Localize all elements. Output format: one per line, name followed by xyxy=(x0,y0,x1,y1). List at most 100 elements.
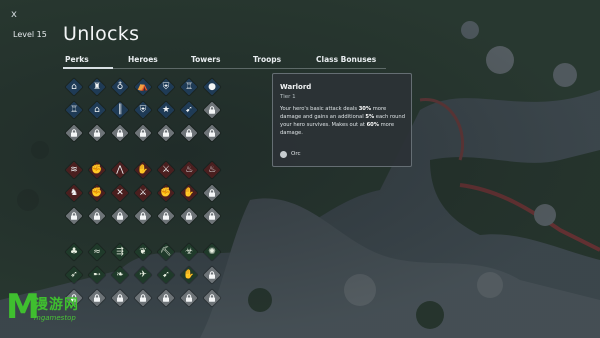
watermark-chinese: 漫游网 xyxy=(34,297,79,313)
wind-icon: ≈ xyxy=(93,246,101,257)
shield-man-icon: ⛨ xyxy=(139,104,147,115)
lock-icon xyxy=(89,125,105,141)
laurel-icon: ❦ xyxy=(139,246,147,257)
sprout-icon: ♣ xyxy=(69,246,79,257)
castle-walls-icon: ♖ xyxy=(69,104,79,115)
locked-perk[interactable] xyxy=(157,207,175,225)
perk-shield-man[interactable]: ⛨ xyxy=(134,101,152,119)
perk-hand[interactable]: ✋ xyxy=(180,266,198,284)
locked-perk[interactable] xyxy=(134,207,152,225)
perk-brute[interactable]: ✊ xyxy=(88,161,106,179)
perk-flames[interactable]: ♨ xyxy=(203,161,221,179)
tooltip-title: Warlord xyxy=(280,83,312,91)
lock-icon xyxy=(66,208,82,224)
locked-perk[interactable] xyxy=(180,207,198,225)
perk-vines[interactable]: ❧ xyxy=(111,266,129,284)
perk-swallow[interactable]: ✈ xyxy=(134,266,152,284)
crossed-swords-icon: ⚔ xyxy=(138,187,148,198)
perk-spikes[interactable]: ⋀ xyxy=(111,161,129,179)
tab-perks[interactable]: Perks xyxy=(65,55,89,64)
perk-barracks[interactable]: ⌂ xyxy=(88,101,106,119)
tab-class-bonuses[interactable]: Class Bonuses xyxy=(316,55,376,64)
locked-perk[interactable] xyxy=(180,289,198,307)
locked-perk[interactable] xyxy=(134,124,152,142)
locked-perk[interactable] xyxy=(88,207,106,225)
page-title: Unlocks xyxy=(63,23,140,45)
perk-cannonball[interactable]: ● xyxy=(203,78,221,96)
perk-castle-walls[interactable]: ♖ xyxy=(65,101,83,119)
perk-wind[interactable]: ≈ xyxy=(88,243,106,261)
level-label: Level 15 xyxy=(13,30,47,39)
locked-perk[interactable] xyxy=(111,207,129,225)
perk-bone-hand[interactable]: ✋ xyxy=(180,184,198,202)
perk-sprout[interactable]: ♣ xyxy=(65,243,83,261)
perk-shield[interactable]: ⛨ xyxy=(157,78,175,96)
perk-tent[interactable]: ⛺ xyxy=(134,78,152,96)
locked-perk[interactable] xyxy=(157,124,175,142)
locked-perk[interactable] xyxy=(203,207,221,225)
swallow-icon: ✈ xyxy=(139,269,147,280)
perk-claws[interactable]: ≋ xyxy=(65,161,83,179)
perk-house[interactable]: ⌂ xyxy=(65,78,83,96)
lock-icon xyxy=(158,290,174,306)
brute-icon: ✊ xyxy=(91,164,103,175)
locked-perk[interactable] xyxy=(134,289,152,307)
perk-crossed-blades[interactable]: ✕ xyxy=(111,184,129,202)
lock-icon xyxy=(112,125,128,141)
perk-pickaxe[interactable]: ⛏ xyxy=(157,243,175,261)
perk-tower[interactable]: ♜ xyxy=(88,78,106,96)
perk-fist-flame[interactable]: ✊ xyxy=(88,184,106,202)
flame-icon: ♨ xyxy=(184,164,194,175)
lock-icon xyxy=(158,125,174,141)
sword-icon: ⚔ xyxy=(161,164,171,175)
crossed-blades-icon: ✕ xyxy=(116,187,124,198)
locked-perk[interactable] xyxy=(157,289,175,307)
locked-perk[interactable] xyxy=(65,124,83,142)
locked-perk[interactable] xyxy=(180,124,198,142)
perk-crossed-swords[interactable]: ⚔ xyxy=(134,184,152,202)
perk-archer[interactable]: ➹ xyxy=(180,101,198,119)
house-icon: ⌂ xyxy=(71,81,77,92)
perk-laurel[interactable]: ❦ xyxy=(134,243,152,261)
perk-sun-swirl[interactable]: ✺ xyxy=(203,243,221,261)
locked-perk[interactable] xyxy=(203,124,221,142)
perk-poison[interactable]: ☣ xyxy=(180,243,198,261)
perk-flame[interactable]: ♨ xyxy=(180,161,198,179)
locked-perk[interactable] xyxy=(65,207,83,225)
fist-flame-icon: ✊ xyxy=(91,187,103,198)
perk-torch-fist[interactable]: ✋ xyxy=(134,161,152,179)
close-button[interactable]: x xyxy=(11,9,17,20)
perk-potion[interactable]: ♁ xyxy=(111,78,129,96)
perk-fence[interactable]: ║ xyxy=(111,101,129,119)
perk-bow[interactable]: ➶ xyxy=(65,266,83,284)
locked-perk[interactable] xyxy=(203,289,221,307)
perk-arrow-bird[interactable]: ➹ xyxy=(157,266,175,284)
hand-icon: ✋ xyxy=(183,269,195,280)
tooltip-race: Orc xyxy=(280,150,301,158)
locked-perk[interactable] xyxy=(88,124,106,142)
tooltip-description: Your hero's basic attack deals 30% more … xyxy=(280,106,406,136)
locked-perk[interactable] xyxy=(111,124,129,142)
perk-ogre[interactable]: ♞ xyxy=(65,184,83,202)
perk-raised-fist[interactable]: ✊ xyxy=(157,184,175,202)
tab-troops[interactable]: Troops xyxy=(253,55,281,64)
dart-icon: ➸ xyxy=(93,269,101,280)
perk-wing-arrows[interactable]: ⇶ xyxy=(111,243,129,261)
tower-icon: ♜ xyxy=(92,81,102,92)
tab-bar: Perks Heroes Towers Troops Class Bonuses xyxy=(63,55,386,69)
barracks-icon: ⌂ xyxy=(94,104,100,115)
perk-dart[interactable]: ➸ xyxy=(88,266,106,284)
shield-icon: ⛨ xyxy=(162,81,170,92)
watermark-sub: mgamestop xyxy=(34,314,76,322)
tab-heroes[interactable]: Heroes xyxy=(128,55,158,64)
perk-star[interactable]: ★ xyxy=(157,101,175,119)
claws-icon: ≋ xyxy=(70,164,78,175)
perk-tooltip: Warlord Tier 1 Your hero's basic attack … xyxy=(272,73,412,167)
perk-castle[interactable]: ♖ xyxy=(180,78,198,96)
lock-icon xyxy=(181,208,197,224)
tab-towers[interactable]: Towers xyxy=(191,55,220,64)
locked-perk[interactable] xyxy=(203,266,221,284)
locked-perk[interactable] xyxy=(203,184,221,202)
locked-perk[interactable] xyxy=(203,101,221,119)
perk-sword[interactable]: ⚔ xyxy=(157,161,175,179)
